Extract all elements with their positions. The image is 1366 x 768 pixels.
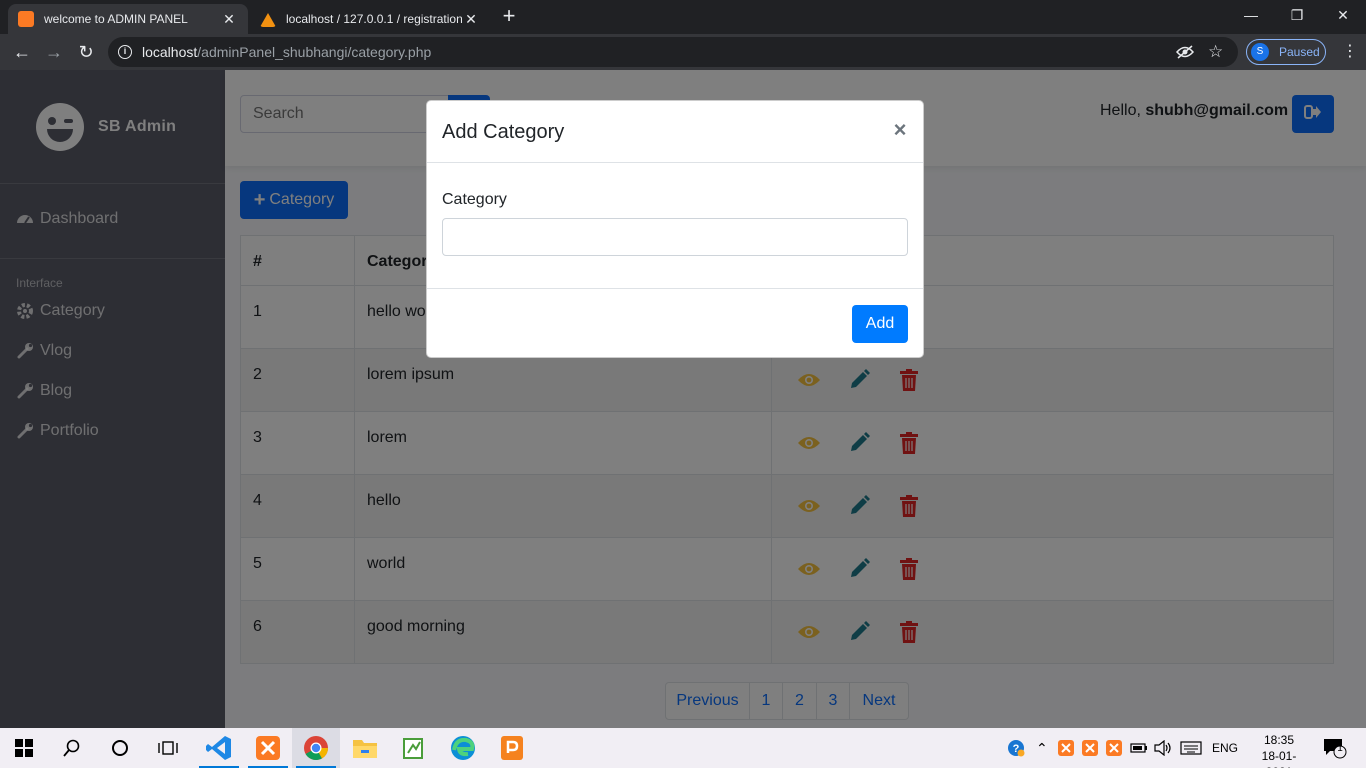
bookmark-star-icon[interactable]: ☆ [1208,37,1223,67]
tab-title: localhost / 127.0.0.1 / registration [286,12,462,26]
browser-tab-bar: welcome to ADMIN PANEL ✕ localhost / 127… [0,0,1366,34]
tab-admin-panel[interactable]: welcome to ADMIN PANEL ✕ [8,4,248,34]
taskbar-clock[interactable]: 18:35 18-01-2021 [1257,732,1301,768]
modal-title: Add Category [442,121,565,143]
chrome-icon[interactable] [292,728,340,768]
xampp-icon[interactable] [244,728,292,768]
tab-close-icon[interactable]: ✕ [462,11,480,28]
url-field[interactable]: i localhost/adminPanel_shubhangi/categor… [108,37,1238,67]
avatar: S [1251,43,1269,61]
file-explorer-icon[interactable] [341,728,389,768]
vscode-icon[interactable] [195,728,243,768]
task-view-icon[interactable] [144,728,192,768]
url-path: /adminPanel_shubhangi/category.php [197,44,432,60]
clock-time: 18:35 [1263,733,1295,747]
eye-off-icon[interactable] [1176,37,1194,67]
tab-phpmyadmin[interactable]: localhost / 127.0.0.1 / registration ✕ [250,4,490,34]
xampp-tray-icon[interactable] [1082,728,1098,768]
edge-icon[interactable] [439,728,487,768]
notification-center-icon[interactable]: 1 [1322,728,1348,768]
add-category-modal: Add Category × Category Add [426,100,924,358]
pdf-reader-icon[interactable] [488,728,536,768]
language-indicator[interactable]: ENG [1212,728,1238,768]
help-icon[interactable]: ? [1006,728,1026,768]
close-window-icon[interactable]: ✕ [1320,0,1366,30]
new-tab-icon[interactable]: + [497,5,521,29]
minimize-icon[interactable]: — [1228,0,1274,30]
restore-icon[interactable]: ❐ [1274,0,1320,30]
browser-address-bar: ← → ↻ i localhost/adminPanel_shubhangi/c… [0,34,1366,70]
url-host: localhost [142,44,198,60]
category-name-input[interactable] [442,218,908,256]
browser-menu-icon[interactable]: ⋮ [1340,40,1360,64]
clock-date: 18-01-2021 [1261,749,1297,768]
modal-header: Add Category × [427,101,923,163]
reload-icon[interactable]: ↻ [74,40,98,64]
keyboard-icon[interactable] [1180,728,1202,768]
xampp-favicon-icon [18,11,34,27]
cortana-icon[interactable] [96,728,144,768]
xampp-tray-icon[interactable] [1106,728,1122,768]
search-icon[interactable] [48,728,96,768]
volume-icon[interactable] [1154,728,1172,768]
chevron-up-icon[interactable]: ⌃ [1036,728,1048,768]
notification-count: 1 [1337,743,1343,754]
battery-icon[interactable] [1130,728,1148,768]
phpmyadmin-favicon-icon [260,11,276,27]
add-submit-button[interactable]: Add [852,305,908,343]
page-viewport: SB Admin Dashboard Interface Category Vl… [0,70,1366,728]
modal-footer: Add [427,288,923,358]
notepad-plus-icon[interactable] [390,728,438,768]
back-icon[interactable]: ← [10,40,34,64]
tab-title: welcome to ADMIN PANEL [44,12,188,26]
profile-status: Paused [1279,45,1320,59]
windows-start-icon[interactable] [0,728,48,768]
close-icon[interactable]: × [889,117,911,143]
forward-icon[interactable]: → [42,40,66,64]
tab-close-icon[interactable]: ✕ [220,11,238,28]
category-field-label: Category [442,191,507,208]
windows-taskbar: ? ⌃ ENG 18:35 18-01-2021 1 [0,728,1366,768]
site-info-icon[interactable]: i [118,45,132,59]
profile-button[interactable]: S Paused [1246,39,1326,65]
xampp-tray-icon[interactable] [1058,728,1074,768]
